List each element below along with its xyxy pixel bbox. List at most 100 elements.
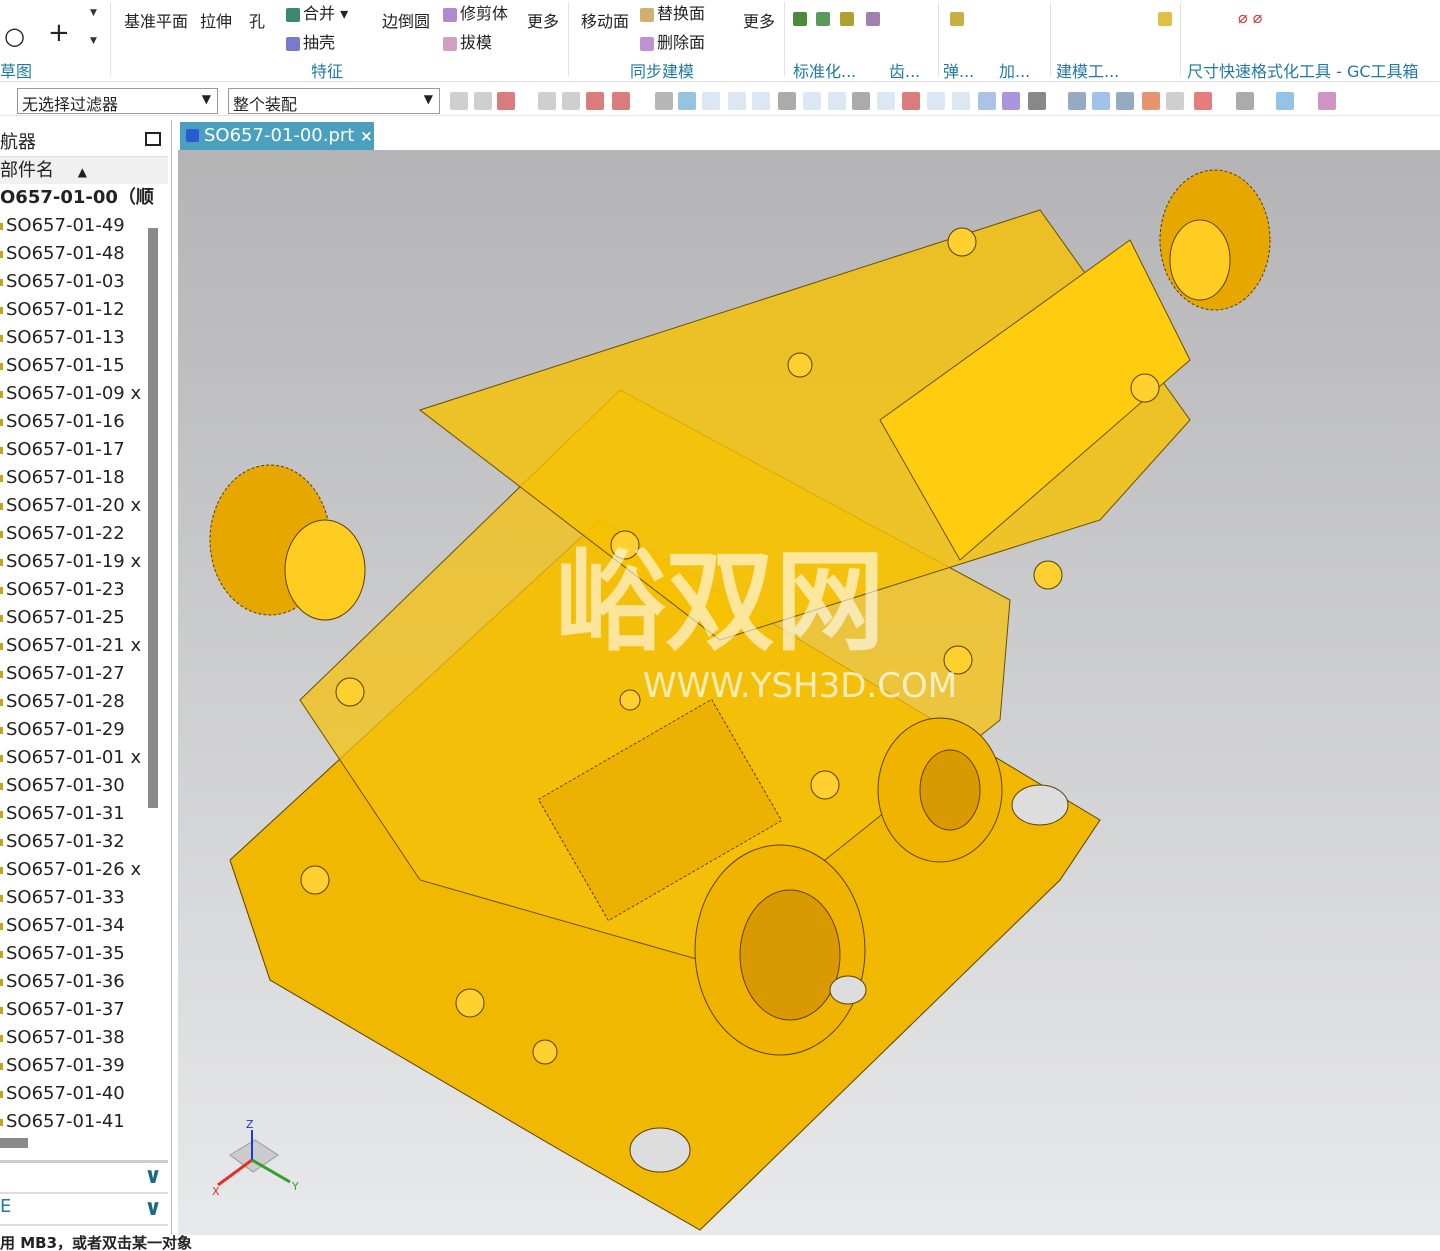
hole-button[interactable]: 孔 [249,8,265,32]
selection-scope-dropdown[interactable]: 整个装配 ▼ [228,88,440,114]
toolbar-tool-icon[interactable] [952,92,970,110]
group-machining[interactable]: 加... [999,58,1030,82]
chevron-down-icon[interactable]: ∨ [144,1196,162,1221]
standard-part-icon-2[interactable] [816,12,830,26]
toolbar-tool-icon[interactable] [678,92,696,110]
toolbar-tool-icon[interactable] [612,92,630,110]
toolbar-tool-icon[interactable] [1236,92,1254,110]
toolbar-tool-icon[interactable] [1194,92,1212,110]
unite-button[interactable]: 合并 ▾ [286,0,348,24]
tree-item[interactable]: SO657-01-48 [0,240,142,268]
close-tab-icon[interactable]: × [360,127,373,145]
toolbar-tool-icon[interactable] [586,92,604,110]
toolbar-tool-icon[interactable] [1276,92,1294,110]
toolbar-tool-icon[interactable] [1002,92,1020,110]
column-header-part-name[interactable]: 部件名 ▲ [0,156,168,184]
tree-item[interactable]: SO657-01-13 [0,324,142,352]
selection-filter-dropdown[interactable]: 无选择过滤器 ▼ [17,88,218,114]
trim-body-button[interactable]: 修剪体 [443,0,508,24]
group-sync-modeling[interactable]: 同步建模 [630,58,694,82]
tree-item[interactable]: SO657-01-40 [0,1080,142,1108]
tree-item[interactable]: SO657-01-15 [0,352,142,380]
tree-item[interactable]: SO657-01-28 [0,688,142,716]
group-sketch[interactable]: 草图 [0,58,32,82]
tree-item[interactable]: SO657-01-19 x [0,548,142,576]
draft-button[interactable]: 拔模 [443,29,492,53]
toolbar-tool-icon[interactable] [450,92,468,110]
tree-root[interactable]: O657-01-00（顺 [0,184,154,212]
toolbar-tool-icon[interactable] [877,92,895,110]
toolbar-tool-icon[interactable] [702,92,720,110]
scrollbar-vertical[interactable] [148,228,158,808]
maximize-icon[interactable] [145,132,161,146]
group-standardize[interactable]: 标准化... [793,58,856,82]
toolbar-tool-icon[interactable] [752,92,770,110]
toolbar-tool-icon[interactable] [655,92,673,110]
tree-item[interactable]: SO657-01-30 [0,772,142,800]
section-details[interactable]: E ∨ [0,1196,168,1226]
move-face-button[interactable]: 移动面 [581,8,629,32]
tree-item[interactable]: SO657-01-21 x [0,632,142,660]
tree-item[interactable]: SO657-01-31 [0,800,142,828]
replace-face-button[interactable]: 替换面 [640,0,705,24]
tree-item[interactable]: SO657-01-41 [0,1108,142,1136]
toolbar-tool-icon[interactable] [1028,92,1046,110]
tree-item[interactable]: SO657-01-09 x [0,380,142,408]
toolbar-tool-icon[interactable] [497,92,515,110]
tree-item[interactable]: SO657-01-12 [0,296,142,324]
plus-tool-icon[interactable]: + [48,18,70,48]
toolbar-tool-icon[interactable] [902,92,920,110]
group-feature[interactable]: 特征 [311,58,343,82]
standard-part-icon[interactable] [793,12,807,26]
tree-item[interactable]: SO657-01-38 [0,1024,142,1052]
toolbar-tool-icon[interactable] [1092,92,1110,110]
assembly-icon[interactable] [1158,12,1172,26]
toolbar-tool-icon[interactable] [803,92,821,110]
toolbar-tool-icon[interactable] [852,92,870,110]
tree-item[interactable]: SO657-01-20 x [0,492,142,520]
toolbar-tool-icon[interactable] [927,92,945,110]
tree-item[interactable]: SO657-01-23 [0,576,142,604]
tree-item[interactable]: SO657-01-36 [0,968,142,996]
toolbar-tool-icon[interactable] [1116,92,1134,110]
tree-item[interactable]: SO657-01-29 [0,716,142,744]
group-gear[interactable]: 齿... [889,58,920,82]
toolbar-tool-icon[interactable] [778,92,796,110]
diameter-icon[interactable]: ⌀ ⌀ [1238,8,1262,27]
tree-item[interactable]: SO657-01-03 [0,268,142,296]
extrude-button[interactable]: 拉伸 [200,8,232,32]
tree-item[interactable]: SO657-01-49 [0,212,142,240]
more-button[interactable]: 更多 [527,8,559,32]
tree-item[interactable]: SO657-01-39 [0,1052,142,1080]
tree-item[interactable]: SO657-01-34 [0,912,142,940]
toolbar-tool-icon[interactable] [978,92,996,110]
group-spring[interactable]: 弹... [943,58,974,82]
tab-part-file[interactable]: SO657-01-00.prt × [180,122,374,150]
tree-item[interactable]: SO657-01-26 x [0,856,142,884]
tree-item[interactable]: SO657-01-27 [0,660,142,688]
delete-face-button[interactable]: 删除面 [640,29,705,53]
toolbar-tool-icon[interactable] [1318,92,1336,110]
standard-part-icon-4[interactable] [866,12,880,26]
tree-item[interactable]: SO657-01-32 [0,828,142,856]
tree-item[interactable]: SO657-01-35 [0,940,142,968]
tree-item[interactable]: SO657-01-17 [0,436,142,464]
tree-item[interactable]: SO657-01-22 [0,520,142,548]
section-dependencies[interactable]: ∨ [0,1164,168,1194]
toolbar-tool-icon[interactable] [474,92,492,110]
more-button-2[interactable]: 更多 [743,8,775,32]
toolbar-tool-icon[interactable] [1166,92,1184,110]
circle-tool-icon[interactable]: ○ [4,22,25,50]
tree-item[interactable]: SO657-01-01 x [0,744,142,772]
tree-item[interactable]: SO657-01-25 [0,604,142,632]
tree-item[interactable]: SO657-01-33 [0,884,142,912]
scrollbar-horizontal[interactable] [0,1138,28,1148]
tree-item[interactable]: SO657-01-16 [0,408,142,436]
group-gc-toolkit[interactable]: 尺寸快速格式化工具 - GC工具箱 [1187,58,1419,82]
graphics-viewport[interactable]: 峪双网 WWW.YSH3D.COM X Y Z [178,150,1440,1235]
standard-part-icon-3[interactable] [840,12,854,26]
toolbar-tool-icon[interactable] [1068,92,1086,110]
tree-item[interactable]: SO657-01-18 [0,464,142,492]
group-modeling-tools[interactable]: 建模工... [1056,58,1119,82]
toolbar-tool-icon[interactable] [562,92,580,110]
